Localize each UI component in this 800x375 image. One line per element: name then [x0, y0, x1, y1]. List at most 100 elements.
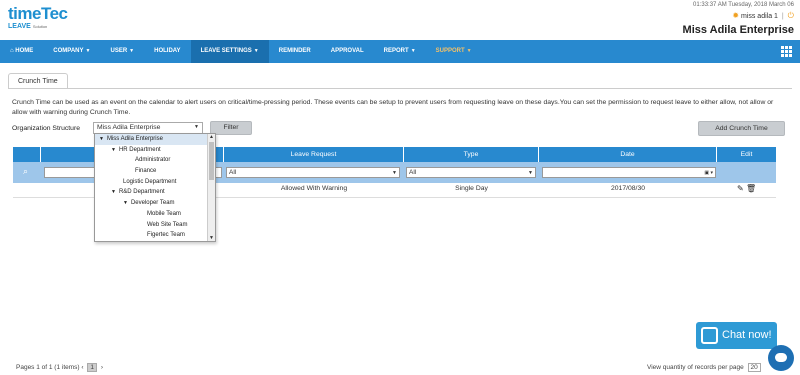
nav-reminder[interactable]: REMINDER: [269, 40, 321, 63]
page-number-button[interactable]: 1: [87, 363, 98, 372]
nav-company[interactable]: COMPANY ▼: [43, 40, 100, 63]
search-icon: ⌕: [23, 166, 29, 176]
caret-down-icon: ▼: [410, 48, 416, 54]
tab-bar: Crunch Time: [8, 73, 68, 89]
header-user-panel: 01:33:37 AM Tuesday, 2018 March 06 ✹ mis…: [683, 2, 794, 36]
records-per-page-select[interactable]: 20: [747, 363, 761, 372]
pagination-summary: Pages 1 of 1 (1 items): [16, 364, 80, 371]
tree-item-rd-department[interactable]: ▼ R&D Department: [95, 187, 215, 198]
pagination: Pages 1 of 1 (1 items) ‹ 1 ›: [16, 363, 103, 372]
chat-now-label: Chat now!: [722, 329, 772, 341]
cell-date: 2017/08/30: [610, 185, 646, 192]
chevron-down-icon: ▼: [528, 170, 533, 176]
nav-report-label: REPORT: [383, 48, 409, 54]
col-leave-request[interactable]: Leave Request: [224, 147, 404, 162]
cell-leave-request: Allowed With Warning: [280, 185, 348, 192]
nav-approval-label: APPROVAL: [330, 48, 364, 54]
col-search: [13, 147, 41, 162]
logo-text-leave: LEAVE: [8, 23, 31, 30]
date-filter-input[interactable]: ▣ ▾: [542, 167, 716, 178]
col-type[interactable]: Type: [404, 147, 539, 162]
caret-down-icon: ▼: [85, 48, 91, 54]
scroll-up-icon[interactable]: ▲: [209, 134, 214, 140]
nav-support-label: SUPPORT: [435, 48, 465, 54]
tab-divider: [8, 88, 792, 89]
expand-triangle-icon[interactable]: ▼: [123, 200, 128, 206]
nav-report[interactable]: REPORT ▼: [374, 40, 426, 63]
expand-triangle-icon[interactable]: ▼: [111, 147, 116, 153]
chat-window-icon: [701, 327, 718, 344]
delete-trash-icon[interactable]: 🗑: [746, 184, 756, 193]
nav-user[interactable]: USER ▼: [100, 40, 144, 63]
tree-item-administrator[interactable]: Administrator: [95, 155, 215, 166]
chevron-down-icon: ▼: [194, 124, 199, 130]
speech-bubble-icon: [775, 353, 787, 362]
filter-button[interactable]: Filter: [210, 121, 252, 135]
chat-now-button[interactable]: Chat now!: [696, 322, 777, 349]
main-nav: ⌂ HOME COMPANY ▼ USER ▼ HOLIDAY LEAVE SETT…: [0, 40, 800, 63]
nav-company-label: COMPANY: [53, 48, 84, 54]
org-structure-value: Miss Adila Enterprise: [97, 124, 161, 131]
caret-down-icon: ▼: [129, 48, 135, 54]
next-page-icon[interactable]: ›: [101, 364, 103, 371]
col-edit: Edit: [740, 151, 753, 158]
cell-type: Single Day: [455, 185, 488, 192]
separator: |: [781, 13, 784, 20]
tree-item-hr-department[interactable]: ▼ HR Department: [95, 145, 215, 156]
org-structure-label: Organization Structure: [12, 125, 81, 132]
logout-icon[interactable]: ⏻: [788, 11, 794, 20]
dropdown-scrollbar[interactable]: ▲ ▼: [207, 134, 215, 241]
nav-approval[interactable]: APPROVAL: [321, 40, 374, 63]
tree-item-label: HR Department: [118, 146, 161, 153]
tree-item-label: Miss Adila Enterprise: [106, 136, 163, 142]
page-description: Crunch Time can be used as an event on t…: [12, 99, 774, 116]
add-crunch-time-button[interactable]: Add Crunch Time: [698, 121, 785, 136]
col-date[interactable]: Date: [539, 147, 717, 162]
current-datetime: 01:33:37 AM Tuesday, 2018 March 06: [693, 2, 794, 8]
row-actions: ✎ 🗑: [737, 184, 756, 193]
org-structure-dropdown: ▼ Miss Adila Enterprise ▼ HR Department Ad…: [94, 133, 216, 242]
company-name: Miss Adila Enterprise: [682, 24, 794, 36]
tree-item-logistic-department[interactable]: Logistic Department: [95, 177, 215, 188]
tab-crunch-time[interactable]: Crunch Time: [8, 73, 68, 89]
nav-support[interactable]: SUPPORT ▼: [426, 40, 482, 63]
user-name-link[interactable]: miss adila 1: [741, 13, 778, 20]
tree-item-miss-adila-enterprise[interactable]: ▼ Miss Adila Enterprise: [95, 134, 215, 145]
nav-holiday[interactable]: HOLIDAY: [144, 40, 190, 63]
chat-bubble-icon[interactable]: [768, 345, 794, 371]
tree-item-figertec-team[interactable]: Figertec Team: [95, 230, 215, 241]
records-per-page: View quantity of records per page 20: [647, 363, 761, 372]
logo-text-time: time: [8, 4, 41, 23]
app-header: timeTec LEAVE Solution 01:33:37 AM Tuesda…: [0, 0, 800, 40]
caret-down-icon: ▼: [466, 48, 472, 54]
type-filter-select[interactable]: All ▼: [406, 167, 536, 178]
scroll-down-icon[interactable]: ▼: [209, 235, 214, 241]
calendar-icon[interactable]: ▣ ▾: [704, 169, 713, 177]
expand-triangle-icon[interactable]: ▼: [111, 189, 116, 195]
sun-icon: ✹: [732, 11, 740, 20]
edit-pencil-icon[interactable]: ✎: [737, 184, 744, 193]
apps-grid-icon[interactable]: [781, 46, 792, 57]
nav-home-label: HOME: [15, 48, 34, 54]
tree-item-label: Developer Team: [130, 200, 175, 207]
tree-item-finance[interactable]: Finance: [95, 166, 215, 177]
timetec-leave-logo[interactable]: timeTec LEAVE Solution: [8, 5, 68, 31]
leave-request-filter-select[interactable]: All ▼: [226, 167, 400, 178]
nav-home[interactable]: ⌂ HOME: [0, 40, 43, 63]
scrollbar-thumb[interactable]: [209, 142, 214, 180]
nav-leave-settings[interactable]: LEAVE SETTINGS ▼: [190, 40, 269, 63]
nav-holiday-label: HOLIDAY: [154, 48, 181, 54]
nav-reminder-label: REMINDER: [278, 48, 311, 54]
chevron-down-icon: ▼: [392, 170, 397, 176]
nav-user-label: USER: [110, 48, 128, 54]
logo-text-solution: Solution: [32, 24, 48, 29]
records-per-page-label: View quantity of records per page: [647, 364, 744, 371]
tree-item-developer-team[interactable]: ▼ Developer Team: [95, 198, 215, 209]
expand-triangle-icon[interactable]: ▼: [99, 136, 104, 142]
prev-page-icon[interactable]: ‹: [81, 364, 83, 371]
caret-down-icon: ▼: [253, 48, 259, 54]
tree-item-label: R&D Department: [118, 189, 165, 196]
search-cell: ⌕: [13, 162, 41, 183]
tree-item-mobile-team[interactable]: Mobile Team: [95, 209, 215, 220]
tree-item-web-site-team[interactable]: Web Site Team: [95, 220, 215, 231]
